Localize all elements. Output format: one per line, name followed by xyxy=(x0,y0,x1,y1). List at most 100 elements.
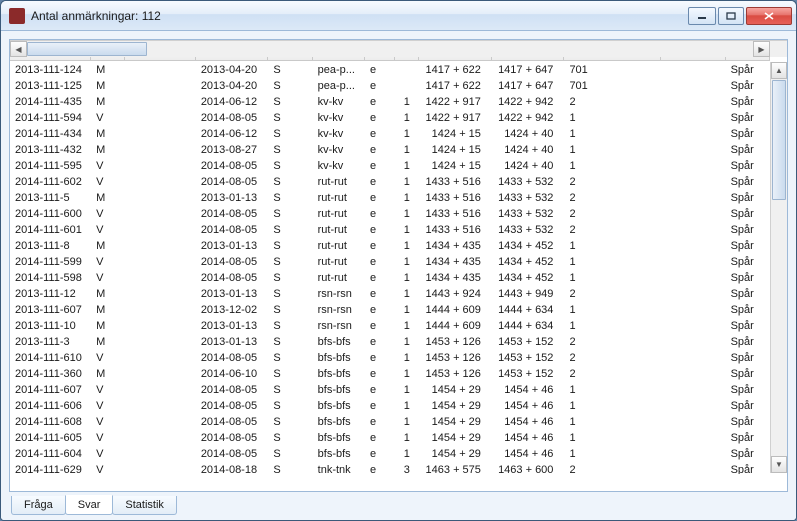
table-row[interactable]: 2013-111-125M2013-04-20Spea-p...e1417 + … xyxy=(10,78,770,94)
cell-prio: V xyxy=(91,254,125,270)
cell-kmtill: 1454 + 46 xyxy=(491,382,564,398)
table-row[interactable]: 2013-111-432M2013-08-27Skv-kve11424 + 15… xyxy=(10,142,770,158)
table-row[interactable]: 2014-111-599V2014-08-05Srut-rute11434 + … xyxy=(10,254,770,270)
cell-sp: 1 xyxy=(395,142,419,158)
cell-besikt_d: 2013-01-13 xyxy=(195,190,268,206)
table-row[interactable]: 2014-111-600V2014-08-05Srut-rute11433 + … xyxy=(10,206,770,222)
cell-anlagg: 1 xyxy=(564,126,661,142)
cell-anlagg: 1 xyxy=(564,430,661,446)
table-row[interactable]: 2014-111-608V2014-08-05Sbfs-bfse11454 + … xyxy=(10,414,770,430)
cell-tpl: rsn-rsn xyxy=(312,318,364,334)
table-row[interactable]: 2014-111-610V2014-08-05Sbfs-bfse11453 + … xyxy=(10,350,770,366)
cell-besikt: S xyxy=(268,158,312,174)
cell-sp: 1 xyxy=(395,318,419,334)
cell-id: 2014-111-598 xyxy=(10,270,91,286)
table-row[interactable]: 2013-111-8M2013-01-13Srut-rute11434 + 43… xyxy=(10,238,770,254)
cell-besikt: S xyxy=(268,462,312,474)
cell-besikt: S xyxy=(268,366,312,382)
cell-anlagg: 2 xyxy=(564,222,661,238)
minimize-button[interactable] xyxy=(688,7,716,25)
table-row[interactable]: 2014-111-434M2014-06-12Skv-kve11424 + 15… xyxy=(10,126,770,142)
cell-besikt: S xyxy=(268,286,312,302)
cell-lages xyxy=(661,318,725,334)
cell-tpl: rut-rut xyxy=(312,206,364,222)
table-row[interactable]: 2014-111-606V2014-08-05Sbfs-bfse11454 + … xyxy=(10,398,770,414)
cell-kmfran: 1454 + 29 xyxy=(419,414,492,430)
cell-lages xyxy=(661,94,725,110)
cell-atgard xyxy=(125,110,196,126)
cell-id: 2013-111-124 xyxy=(10,62,91,78)
scroll-up-button[interactable]: ▲ xyxy=(771,62,787,79)
table-row[interactable]: 2013-111-124M2013-04-20Spea-p...e1417 + … xyxy=(10,62,770,78)
cell-une: e xyxy=(365,190,395,206)
cell-prio: M xyxy=(91,318,125,334)
table-row[interactable]: 2014-111-598V2014-08-05Srut-rute11434 + … xyxy=(10,270,770,286)
cell-anlagg: 1 xyxy=(564,382,661,398)
table-row[interactable]: 2014-111-604V2014-08-05Sbfs-bfse11454 + … xyxy=(10,446,770,462)
cell-anlag2: Spår xyxy=(725,334,769,350)
cell-kmtill: 1444 + 634 xyxy=(491,302,564,318)
cell-kmtill: 1443 + 949 xyxy=(491,286,564,302)
cell-lages xyxy=(661,414,725,430)
title-bar[interactable]: Antal anmärkningar: 112 xyxy=(1,1,796,31)
table-row[interactable]: 2013-111-5M2013-01-13Srut-rute11433 + 51… xyxy=(10,190,770,206)
scroll-down-button[interactable]: ▼ xyxy=(771,456,787,473)
vscroll-thumb[interactable] xyxy=(772,80,786,200)
cell-anlagg: 1 xyxy=(564,318,661,334)
table-row[interactable]: 2014-111-601V2014-08-05Srut-rute11433 + … xyxy=(10,222,770,238)
cell-atgard xyxy=(125,126,196,142)
cell-lages xyxy=(661,78,725,94)
table-row[interactable]: 2014-111-435M2014-06-12Skv-kve11422 + 91… xyxy=(10,94,770,110)
cell-tpl: pea-p... xyxy=(312,78,364,94)
table-row[interactable]: 2014-111-605V2014-08-05Sbfs-bfse11454 + … xyxy=(10,430,770,446)
cell-tpl: rut-rut xyxy=(312,190,364,206)
hscroll-track[interactable] xyxy=(27,41,753,57)
table-row[interactable]: 2014-111-629V2014-08-18Stnk-tnke31463 + … xyxy=(10,462,770,474)
table-row[interactable]: 2014-111-595V2014-08-05Skv-kve11424 + 15… xyxy=(10,158,770,174)
cell-anlagg: 701 xyxy=(564,62,661,78)
cell-une: e xyxy=(365,270,395,286)
hscroll-thumb[interactable] xyxy=(27,42,147,56)
cell-atgard xyxy=(125,366,196,382)
cell-sp: 1 xyxy=(395,366,419,382)
cell-une: e xyxy=(365,94,395,110)
table-row[interactable]: 2014-111-594V2014-08-05Skv-kve11422 + 91… xyxy=(10,110,770,126)
cell-lages xyxy=(661,62,725,78)
close-button[interactable] xyxy=(746,7,792,25)
cell-lages xyxy=(661,126,725,142)
cell-sp: 1 xyxy=(395,398,419,414)
grid-body[interactable]: 2013-111-124M2013-04-20Spea-p...e1417 + … xyxy=(10,62,770,474)
cell-besikt_d: 2013-01-13 xyxy=(195,286,268,302)
scroll-left-button[interactable]: ◀ xyxy=(10,41,27,57)
cell-anlagg: 2 xyxy=(564,334,661,350)
table-row[interactable]: 2014-111-607V2014-08-05Sbfs-bfse11454 + … xyxy=(10,382,770,398)
cell-atgard xyxy=(125,206,196,222)
table-row[interactable]: 2013-111-3M2013-01-13Sbfs-bfse11453 + 12… xyxy=(10,334,770,350)
cell-tpl: bfs-bfs xyxy=(312,334,364,350)
vertical-scrollbar[interactable]: ▲ ▼ xyxy=(770,62,787,473)
cell-lages xyxy=(661,286,725,302)
table-row[interactable]: 2013-111-12M2013-01-13Srsn-rsne11443 + 9… xyxy=(10,286,770,302)
cell-besikt_d: 2014-08-05 xyxy=(195,430,268,446)
table-row[interactable]: 2014-111-360M2014-06-10Sbfs-bfse11453 + … xyxy=(10,366,770,382)
tab-statistik[interactable]: Statistik xyxy=(112,496,177,515)
cell-tpl: rut-rut xyxy=(312,222,364,238)
table-row[interactable]: 2013-111-607M2013-12-02Srsn-rsne11444 + … xyxy=(10,302,770,318)
cell-sp: 1 xyxy=(395,430,419,446)
maximize-button[interactable] xyxy=(718,7,744,25)
cell-une: e xyxy=(365,238,395,254)
client-area: IdPrioÅtgärdsda...Besiktning...Besikt...… xyxy=(1,31,796,520)
table-row[interactable]: 2013-111-10M2013-01-13Srsn-rsne11444 + 6… xyxy=(10,318,770,334)
tab-svar[interactable]: Svar xyxy=(65,495,114,515)
cell-tpl: bfs-bfs xyxy=(312,366,364,382)
window-title: Antal anmärkningar: 112 xyxy=(31,9,688,23)
table-row[interactable]: 2014-111-602V2014-08-05Srut-rute11433 + … xyxy=(10,174,770,190)
cell-anlag2: Spår xyxy=(725,238,769,254)
cell-kmfran: 1453 + 126 xyxy=(419,366,492,382)
cell-id: 2014-111-599 xyxy=(10,254,91,270)
horizontal-scrollbar[interactable]: ◀ ▶ xyxy=(10,40,787,57)
scroll-right-button[interactable]: ▶ xyxy=(753,41,770,57)
cell-anlag2: Spår xyxy=(725,174,769,190)
cell-tpl: rut-rut xyxy=(312,270,364,286)
tab-fraga[interactable]: Fråga xyxy=(11,496,66,515)
